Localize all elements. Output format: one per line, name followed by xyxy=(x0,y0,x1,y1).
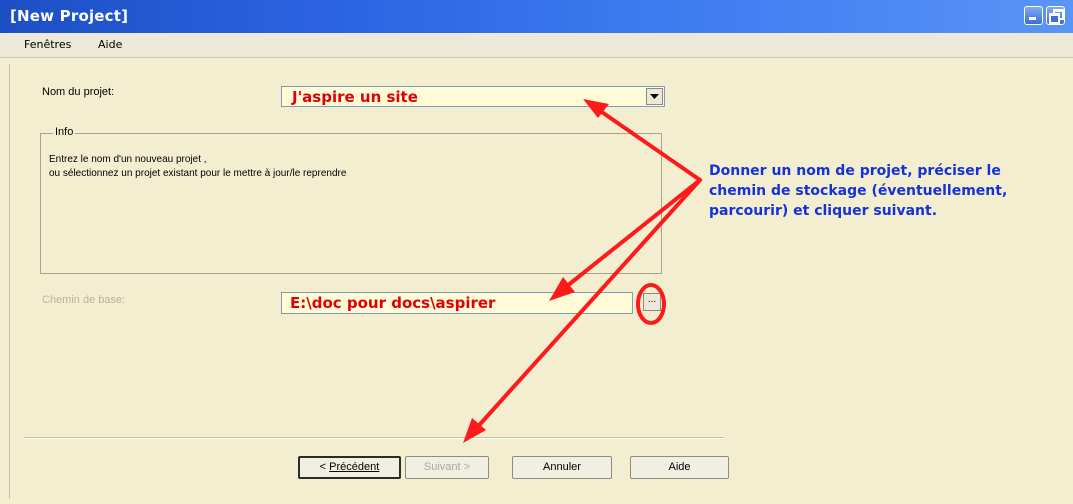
arrow-to-project-name xyxy=(594,106,702,182)
annotation-overlay xyxy=(463,99,702,443)
arrow-to-base-path xyxy=(560,178,702,292)
browse-highlight-circle xyxy=(636,283,666,325)
arrow-to-next-button xyxy=(471,178,702,434)
